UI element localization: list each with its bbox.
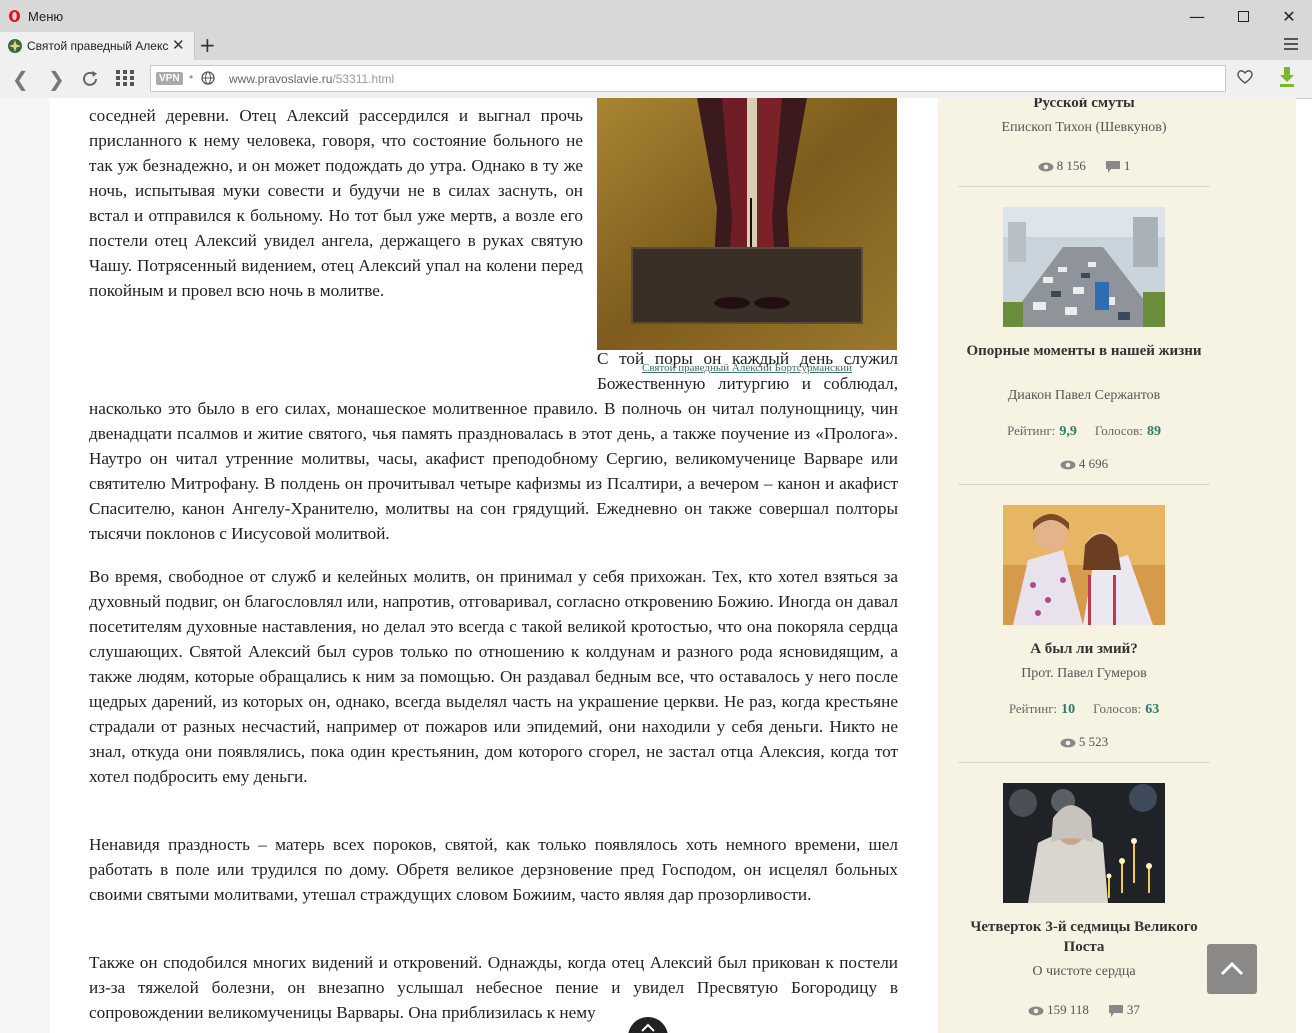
tab-close-icon[interactable]: ✕ bbox=[172, 36, 185, 54]
tab-active[interactable]: Святой праведный Алексий Бортсурманский … bbox=[0, 32, 195, 60]
sidebar-item-3-author[interactable]: Прот. Павел Гумеров bbox=[958, 666, 1210, 682]
arrow-up-icon bbox=[1220, 961, 1244, 976]
article-paragraph-4: Ненавидя праздность – матерь всех пороко… bbox=[89, 835, 898, 904]
sidebar-item-3-rating: Рейтинг: 10 Голосов: 63 bbox=[958, 701, 1210, 718]
sidebar-item-1-title[interactable]: Русской смуты bbox=[958, 98, 1210, 113]
sidebar-item-1-author[interactable]: Епископ Тихон (Шевкунов) bbox=[958, 120, 1210, 136]
sidebar-item-3-title[interactable]: А был ли змий? bbox=[958, 639, 1210, 659]
title-bar: Меню — ✕ bbox=[0, 0, 1312, 32]
saint-icon-image[interactable] bbox=[597, 98, 897, 350]
votes-value: 63 bbox=[1145, 702, 1160, 717]
vpn-badge[interactable]: VPN bbox=[156, 72, 183, 85]
comment-icon bbox=[1108, 1005, 1123, 1018]
views-count: 8 156 bbox=[1056, 158, 1086, 173]
article-paragraph-1: соседней деревни. Отец Алексий рассердил… bbox=[89, 106, 583, 300]
views-count: 5 523 bbox=[1078, 734, 1109, 749]
eye-icon bbox=[1038, 162, 1054, 172]
article-viewport: соседней деревни. Отец Алексий рассердил… bbox=[0, 98, 1296, 1033]
sidebar-item-4-thumbnail[interactable] bbox=[1003, 783, 1165, 903]
article-paragraph-2: С той поры он каждый день служил Божеств… bbox=[89, 346, 898, 546]
close-icon[interactable]: ✕ bbox=[1266, 0, 1312, 32]
views-count: 159 118 bbox=[1047, 1002, 1089, 1017]
sidebar-item-2-rating: Рейтинг: 9,9 Голосов: 89 bbox=[958, 423, 1210, 440]
rating-label: Рейтинг: bbox=[1008, 701, 1058, 716]
sidebar-divider bbox=[958, 484, 1210, 485]
comments-count: 37 bbox=[1126, 1002, 1140, 1017]
sidebar-item-3-stats: 5 523 bbox=[958, 734, 1210, 750]
menu-button[interactable]: Меню bbox=[28, 9, 63, 24]
url-separator: • bbox=[189, 70, 194, 84]
votes-label: Голосов: bbox=[1093, 701, 1142, 716]
sidebar-item-2-stats: 4 696 bbox=[958, 456, 1210, 472]
sidebar-item-4-subtitle[interactable]: О чистоте сердца bbox=[958, 964, 1210, 980]
scroll-to-top-button[interactable] bbox=[1207, 944, 1257, 994]
eye-icon bbox=[1028, 1006, 1044, 1016]
opera-logo-icon[interactable] bbox=[8, 9, 21, 23]
toolbar: ❮ ❯ VPN • www.pravoslavie.ru/53311.html bbox=[0, 60, 1312, 99]
sidebar-divider bbox=[958, 762, 1210, 763]
forward-icon[interactable]: ❯ bbox=[48, 67, 65, 91]
views-count: 4 696 bbox=[1078, 456, 1109, 471]
share-toggle-button[interactable] bbox=[628, 1017, 668, 1033]
sidebar-item-2-thumbnail[interactable] bbox=[1003, 207, 1165, 327]
tab-strip: Святой праведный Алексий Бортсурманский … bbox=[0, 32, 1312, 60]
url-text[interactable]: www.pravoslavie.ru/53311.html bbox=[229, 72, 394, 86]
url-domain: www.pravoslavie.ru bbox=[229, 72, 333, 86]
sidebar-item-3-thumbnail[interactable] bbox=[1003, 505, 1165, 625]
comment-icon bbox=[1105, 161, 1120, 174]
new-tab-icon[interactable]: + bbox=[199, 33, 216, 57]
globe-icon[interactable] bbox=[201, 71, 215, 85]
maximize-icon[interactable] bbox=[1220, 0, 1266, 32]
article-paragraph-5: Также он сподобился многих видений и отк… bbox=[89, 953, 898, 1022]
heart-icon[interactable] bbox=[1236, 68, 1254, 86]
sidebar-item-1-stats: 8 156 1 bbox=[958, 158, 1210, 174]
sidebar-divider bbox=[958, 186, 1210, 187]
speed-dial-icon[interactable] bbox=[116, 70, 134, 86]
reload-icon[interactable] bbox=[80, 69, 100, 89]
rating-value: 10 bbox=[1061, 702, 1076, 717]
sidebar-item-2-title[interactable]: Опорные моменты в нашей жизни bbox=[958, 341, 1210, 361]
address-bar[interactable]: VPN • www.pravoslavie.ru/53311.html bbox=[150, 65, 1226, 92]
eye-icon bbox=[1060, 460, 1076, 470]
minimize-icon[interactable]: — bbox=[1174, 0, 1220, 32]
article-paragraph-3: Во время, свободное от служб и келейных … bbox=[89, 567, 898, 786]
sidebar-item-4-title[interactable]: Четверток 3-й седмицы Великого Поста bbox=[958, 917, 1210, 957]
chevron-up-icon bbox=[641, 1023, 655, 1032]
url-path: /53311.html bbox=[332, 72, 395, 86]
download-icon[interactable] bbox=[1278, 67, 1296, 87]
comments-count: 1 bbox=[1123, 158, 1131, 173]
tab-title: Святой праведный Алексий Бортсурманский bbox=[27, 39, 169, 53]
votes-label: Голосов: bbox=[1094, 423, 1143, 438]
image-float-spacer bbox=[89, 346, 597, 396]
rating-label: Рейтинг: bbox=[1007, 423, 1056, 438]
eye-icon bbox=[1060, 738, 1076, 748]
sidebar-item-4-stats: 159 118 37 bbox=[958, 1002, 1210, 1018]
votes-value: 89 bbox=[1146, 424, 1161, 439]
tab-menu-icon[interactable] bbox=[1284, 38, 1298, 53]
favicon-icon bbox=[8, 39, 22, 53]
back-icon[interactable]: ❮ bbox=[12, 67, 29, 91]
rating-value: 9,9 bbox=[1059, 424, 1077, 439]
sidebar-item-2-author[interactable]: Диакон Павел Сержантов bbox=[958, 388, 1210, 404]
